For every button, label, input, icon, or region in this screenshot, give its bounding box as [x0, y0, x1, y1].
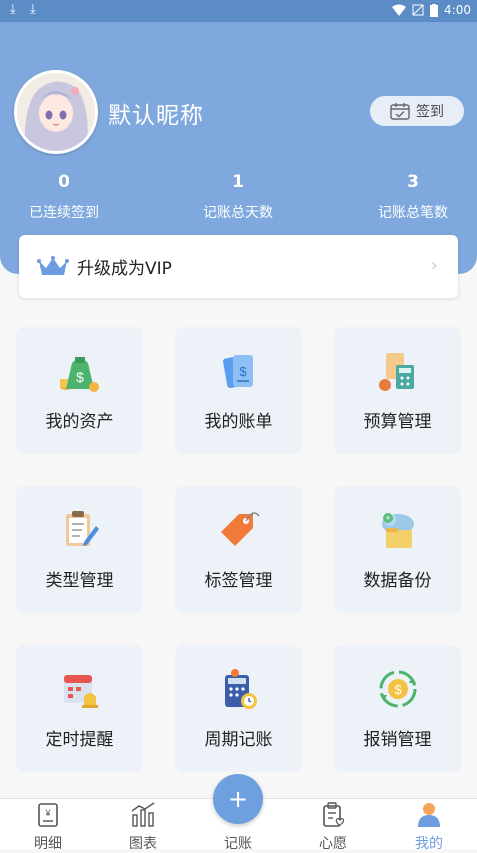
tab-label: 我的: [415, 836, 443, 852]
feature-tag-management[interactable]: 标签管理: [175, 486, 302, 613]
bill-icon: $: [223, 355, 253, 389]
svg-text:$: $: [76, 369, 84, 385]
download-icon: ⤓: [30, 2, 36, 17]
feature-data-backup[interactable]: + 数据备份: [334, 486, 461, 613]
feature-label: 标签管理: [204, 571, 273, 591]
stat-total-records: 3 记账总笔数: [338, 172, 477, 222]
feature-label: 我的账单: [204, 412, 273, 432]
avatar-image: [17, 73, 95, 151]
feature-my-bills[interactable]: $ 我的账单: [175, 327, 302, 454]
stat-streak: 0 已连续签到: [0, 172, 139, 222]
svg-text:¥: ¥: [44, 808, 51, 818]
feature-label: 定时提醒: [45, 730, 114, 750]
calculator-clock-icon: [225, 669, 257, 709]
stat-label: 记账总天数: [203, 205, 273, 221]
plus-icon: +: [227, 785, 249, 813]
nickname[interactable]: 默认昵称: [108, 96, 204, 130]
chart-icon: [131, 802, 155, 827]
feature-timed-reminder[interactable]: 定时提醒: [16, 645, 143, 772]
feature-reimbursement[interactable]: $ 报销管理: [334, 645, 461, 772]
signin-button[interactable]: 签到: [370, 96, 464, 126]
stat-label: 记账总笔数: [378, 205, 448, 221]
clipboard-icon: [66, 511, 99, 546]
feature-my-assets[interactable]: $ 我的资产: [16, 327, 143, 454]
battery-icon: [430, 3, 439, 17]
feature-label: 我的资产: [45, 412, 114, 432]
stat-total-days: 1 记账总天数: [163, 172, 313, 222]
stat-value: 1: [232, 172, 244, 192]
tab-label: 明细: [34, 836, 62, 852]
feature-label: 预算管理: [363, 412, 432, 432]
vip-upgrade-banner[interactable]: 升级成为VIP ›: [19, 235, 458, 298]
tab-detail[interactable]: ¥ 明细: [0, 799, 96, 852]
feature-budget[interactable]: 预算管理: [334, 327, 461, 454]
calendar-check-icon: [390, 103, 410, 120]
reimburse-icon: $: [379, 670, 417, 708]
feature-type-management[interactable]: 类型管理: [16, 486, 143, 613]
budget-icon: [379, 353, 414, 391]
wifi-icon: [392, 4, 407, 16]
tag-icon: [221, 512, 260, 546]
vip-label: 升级成为VIP: [77, 259, 172, 279]
stat-label: 已连续签到: [29, 205, 99, 221]
download-icon: ⤓: [10, 2, 16, 17]
svg-text:+: +: [385, 513, 390, 523]
tab-mine[interactable]: 我的: [381, 799, 477, 852]
feature-label: 周期记账: [204, 730, 273, 750]
detail-icon: ¥: [38, 803, 58, 827]
status-time: 4:00: [444, 3, 471, 17]
add-record-button[interactable]: +: [213, 774, 263, 824]
profile-icon: [418, 803, 440, 827]
stat-value: 3: [407, 172, 419, 192]
svg-text:$: $: [239, 364, 247, 379]
tab-chart[interactable]: 图表: [95, 799, 191, 852]
wish-icon: [323, 802, 345, 827]
status-bar: ⤓ ⤓ 4:00: [0, 0, 477, 22]
feature-periodic-bookkeeping[interactable]: 周期记账: [175, 645, 302, 772]
cloud-backup-icon: +: [382, 513, 414, 548]
tab-label: 图表: [129, 836, 157, 852]
signal-icon: [412, 4, 424, 16]
crown-icon: [37, 255, 69, 275]
tab-wish[interactable]: 心愿: [285, 799, 381, 852]
avatar[interactable]: [14, 70, 98, 154]
status-icons: 4:00: [392, 3, 471, 17]
stat-value: 0: [58, 172, 70, 192]
money-bag-icon: $: [60, 357, 99, 392]
svg-text:$: $: [394, 682, 402, 697]
chevron-right-icon: ›: [430, 255, 438, 276]
signin-label: 签到: [416, 104, 444, 120]
feature-label: 类型管理: [45, 571, 114, 591]
calendar-bell-icon: [64, 675, 98, 708]
feature-label: 数据备份: [363, 571, 432, 591]
tab-label: 心愿: [319, 836, 347, 852]
tab-label: 记账: [224, 836, 252, 852]
feature-label: 报销管理: [363, 730, 432, 750]
